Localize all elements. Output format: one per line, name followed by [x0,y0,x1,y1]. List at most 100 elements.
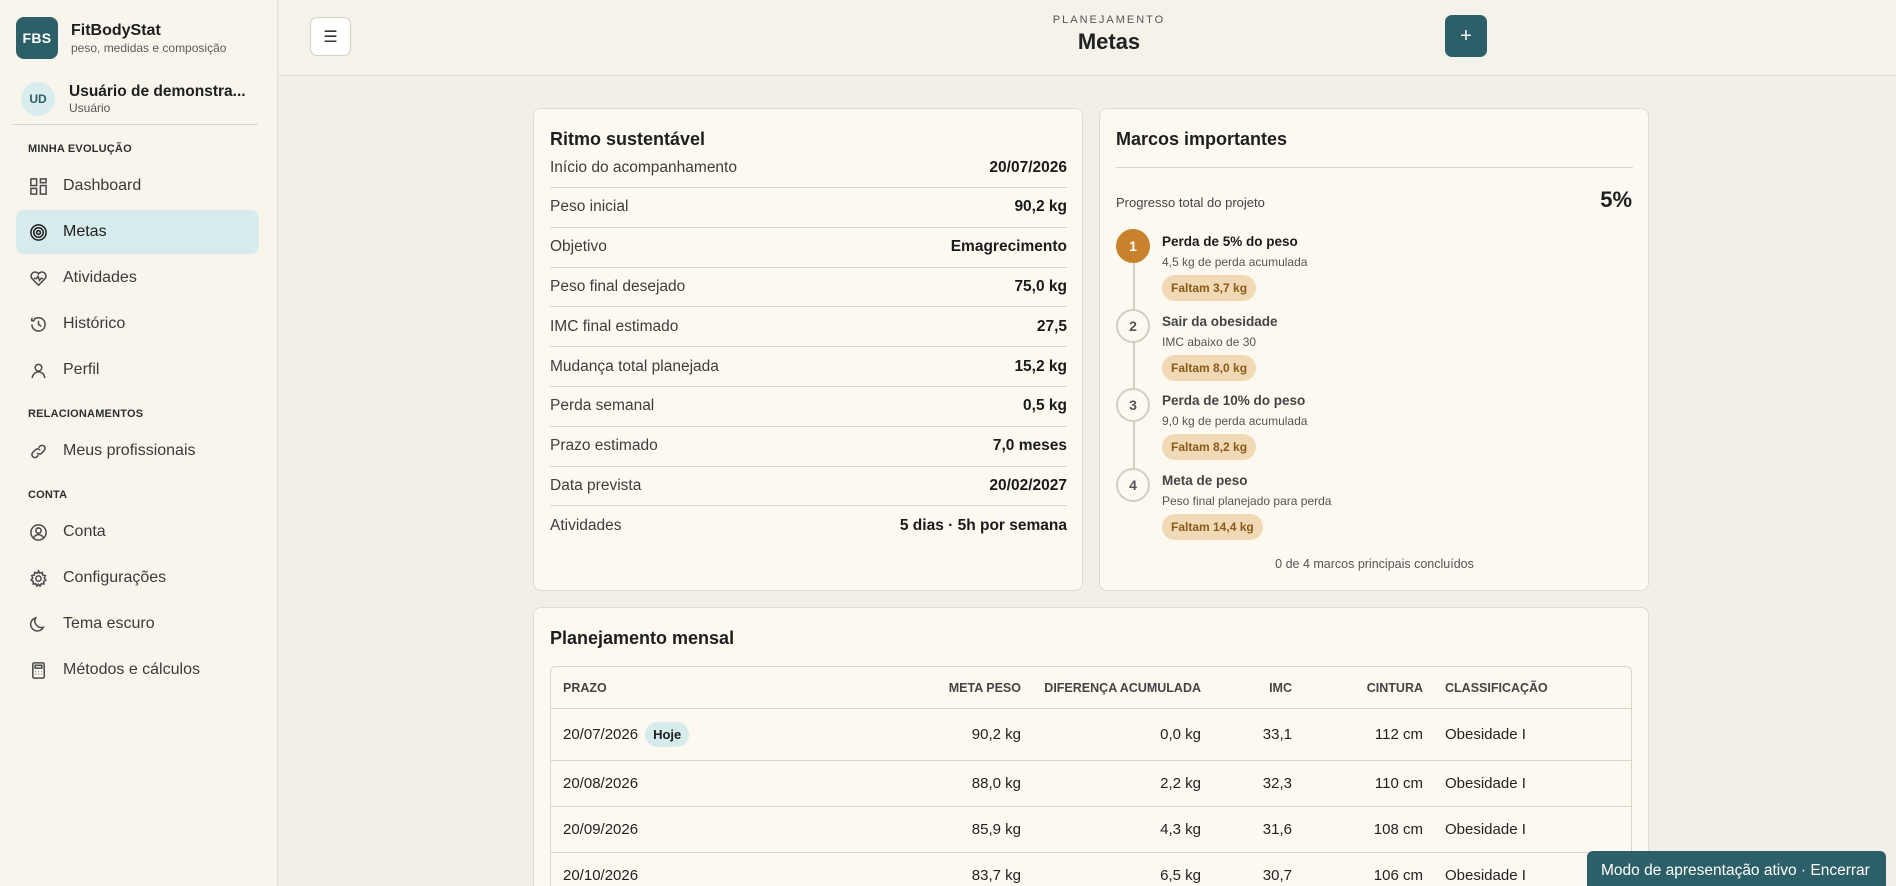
pace-row-label: IMC final estimado [550,317,679,335]
milestone-title: Meta de peso [1162,472,1248,488]
pace-row-label: Prazo estimado [550,437,658,455]
pace-row: Objetivo Emagrecimento [550,228,1067,268]
cell-imc: 33,1 [1262,726,1292,743]
milestones-card: Marcos importantes Progresso total do pr… [1099,108,1649,591]
section-label-relacionamentos: RELACIONAMENTOS [28,408,144,420]
cell-meta-peso: 90,2 kg [971,726,1021,743]
cell-cintura: 108 cm [1373,821,1423,838]
sidebar-item-metodos-calculos[interactable]: Métodos e cálculos [16,648,259,692]
section-label-conta: CONTA [28,489,68,501]
milestone-item: 2 Sair da obesidade IMC abaixo de 30 Faltam… [1116,308,1616,389]
sidebar-item-meus-profissionais[interactable]: Meus profissionais [16,429,259,473]
column-header-imc: IMC [1269,680,1292,695]
pace-row-value: 90,2 kg [1014,198,1067,216]
sidebar-item-configuracoes[interactable]: Configurações [16,556,259,600]
monthly-plan-title: Planejamento mensal [550,628,735,648]
calculator-icon [28,660,48,680]
monthly-plan-table: PRAZO META PESO DIFERENÇA ACUMULADA IMC … [550,666,1632,886]
pace-row-value: 20/07/2026 [989,158,1067,176]
cell-prazo-date: 20/08/2026 [563,775,639,792]
sidebar-item-historico[interactable]: Histórico [16,302,259,346]
progress-label: Progresso total do projeto [1116,195,1265,210]
cell-classificacao: Obesidade I [1445,867,1526,884]
pace-row-value: 7,0 meses [992,437,1067,455]
pace-card-title: Ritmo sustentável [550,129,706,149]
sidebar-item-perfil[interactable]: Perfil [16,348,259,392]
sidebar-item-dashboard[interactable]: Dashboard [16,164,259,208]
sidebar-item-label: Métodos e cálculos [63,661,200,678]
brand[interactable]: FBS FitBodyStat peso, medidas e composiç… [16,17,226,59]
sidebar-item-atividades[interactable]: Atividades [16,256,259,300]
pace-row-value: 27,5 [1036,317,1067,335]
sidebar-item-metas[interactable]: Metas [16,210,259,254]
pace-card: Ritmo sustentável Início do acompanhamen… [533,108,1083,591]
milestone-number: 2 [1116,308,1150,343]
sidebar-item-conta[interactable]: Conta [16,510,259,554]
pace-row-label: Atividades [550,517,622,535]
sidebar-item-tema-escuro[interactable]: Tema escuro [16,602,259,646]
user-role: Usuário [69,100,111,115]
history-icon [28,314,48,334]
pace-row-value: 0,5 kg [1023,397,1067,415]
today-badge: Hoje [645,722,690,747]
pace-row-value: 20/02/2027 [989,476,1067,494]
cell-diferenca: 6,5 kg [1160,867,1201,884]
brand-logo: FBS [16,17,58,59]
milestones-footer: 0 de 4 marcos principais concluídos [1275,557,1474,571]
sidebar-item-label: Conta [63,523,106,540]
monthly-plan-card: Planejamento mensal PRAZO META PESO DIFE… [533,607,1649,886]
user-card[interactable]: UD Usuário de demonstra... Usuário [12,73,258,125]
cell-cintura: 110 cm [1374,775,1423,792]
cell-prazo-date: 20/07/2026 [563,726,639,743]
milestones-card-title: Marcos importantes [1116,129,1288,149]
progress-value: 5% [1600,187,1632,212]
pace-row: Peso final desejado 75,0 kg [550,267,1067,308]
divider [1116,167,1633,168]
cell-imc: 31,6 [1262,821,1292,838]
gear-icon [28,568,48,588]
pace-row: Perda semanal 0,5 kg [550,387,1067,427]
milestone-title: Perda de 5% do peso [1162,234,1298,249]
pace-row: IMC final estimado 27,5 [550,307,1067,348]
dashboard-icon [28,176,48,196]
pace-row-value: 75,0 kg [1014,277,1067,295]
milestone-number: 3 [1116,388,1150,422]
cell-prazo: 20/08/2026 [563,775,638,792]
brand-subtitle: peso, medidas e composição [71,40,227,55]
page-title: Metas [1077,29,1141,54]
milestone-title: Perda de 10% do peso [1162,393,1306,408]
milestone-item: 1 Perda de 5% do peso 4,5 kg de perda acum… [1116,229,1616,309]
pace-row-value: Emagrecimento [950,238,1067,256]
milestone-description: 4,5 kg de perda acumulada [1162,255,1308,269]
cell-cintura: 106 cm [1373,867,1423,884]
milestone-remaining-badge: Faltam 14,4 kg [1162,513,1263,540]
pace-row: Prazo estimado 7,0 meses [550,427,1067,467]
milestone-title: Sair da obesidade [1162,313,1278,329]
menu-toggle-button[interactable]: ☰ [310,17,351,56]
column-header-diferenca: DIFERENÇA ACUMULADA [1044,680,1201,695]
cell-diferenca: 0,0 kg [1160,726,1201,743]
cell-classificacao: Obesidade I [1445,821,1526,838]
table-row: 20/09/2026 85,9 kg 4,3 kg 31,6 108 cm Obesida… [551,807,1631,853]
milestone-number: 1 [1116,229,1150,263]
milestone-item: 3 Perda de 10% do peso 9,0 kg de perda acu… [1116,388,1616,468]
section-label-minha-evolucao: MINHA EVOLUÇÃO [28,143,132,155]
cell-diferenca: 4,3 kg [1160,821,1201,838]
sidebar-item-label: Dashboard [63,177,142,194]
pace-row: Atividades 5 dias · 5h por semana [550,506,1067,546]
table-row: 20/08/2026 88,0 kg 2,2 kg 32,3 110 cm Obesida… [551,761,1631,807]
column-header-prazo: PRAZO [563,680,607,695]
pace-row-label: Data prevista [550,476,642,494]
cell-diferenca: 2,2 kg [1160,775,1201,792]
add-goal-button[interactable]: + [1445,15,1487,57]
sidebar-item-label: Perfil [63,361,100,378]
cell-meta-peso: 83,7 kg [971,867,1021,884]
sidebar: FBS FitBodyStat peso, medidas e composiç… [0,0,278,886]
cell-prazo: 20/07/2026 Hoje [563,722,690,747]
sidebar-item-label: Meus profissionais [63,442,196,459]
pace-row-value: 15,2 kg [1014,357,1067,375]
cell-classificacao: Obesidade I [1445,726,1526,743]
top-bar: ☰ PLANEJAMENTO Metas + [279,0,1896,76]
column-header-classificacao: CLASSIFICAÇÃO [1445,680,1548,695]
presentation-mode-toast[interactable]: Modo de apresentação ativo · Encerrar [1587,851,1886,886]
